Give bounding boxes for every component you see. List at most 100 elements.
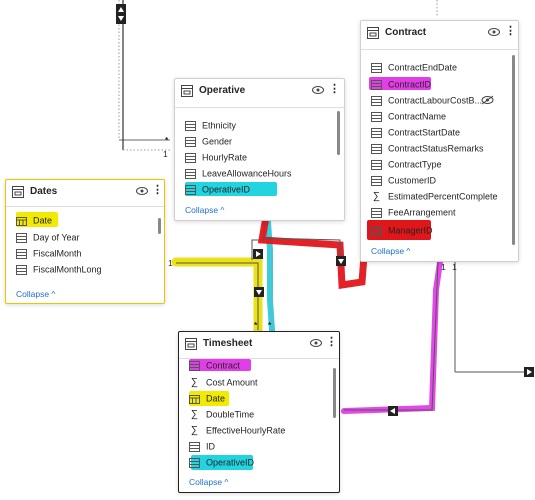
field-row[interactable]: ∑ DoubleTime [189, 406, 254, 422]
field-row[interactable]: ID [189, 438, 215, 454]
field-name: ContractType [388, 159, 442, 170]
field-name: Day of Year [33, 232, 80, 243]
column-icon [371, 175, 382, 186]
card-header[interactable]: Timesheet ⋮ [179, 332, 339, 358]
field-name: ManagerID [388, 225, 433, 236]
field-row[interactable]: Date [189, 390, 225, 406]
field-row[interactable]: ContractEndDate [371, 59, 457, 75]
sigma-icon: ∑ [190, 376, 199, 388]
cardinality-label: * [268, 320, 272, 330]
column-icon [185, 184, 196, 195]
column-icon [371, 225, 382, 236]
field-row[interactable]: ContractID [371, 76, 431, 92]
field-name: HourlyRate [202, 152, 248, 163]
sigma-icon: ∑ [190, 424, 199, 436]
field-row[interactable]: Day of Year [16, 229, 80, 245]
more-options-icon[interactable]: ⋮ [505, 24, 516, 37]
field-name: Date [206, 393, 226, 404]
field-name: OperativeID [206, 457, 255, 468]
column-icon [16, 232, 27, 243]
filter-arrow-icon [336, 256, 346, 266]
field-row[interactable]: ∑ EffectiveHourlyRate [189, 422, 285, 438]
table-card-contract[interactable]: Contract ⋮ ContractEndDate ContractID Co… [360, 20, 519, 262]
card-header[interactable]: Operative ⋮ [175, 79, 344, 105]
field-row[interactable]: ∑ Cost Amount [189, 374, 258, 390]
field-row[interactable]: FeeArrangement [371, 204, 456, 220]
cardinality-label: 1 [163, 149, 168, 159]
card-title: Dates [30, 186, 58, 197]
field-name: ID [206, 441, 215, 452]
sigma-icon: ∑ [372, 190, 381, 202]
scrollbar[interactable] [333, 368, 336, 418]
field-name: FiscalMonthLong [33, 264, 102, 275]
field-name: ContractStatusRemarks [388, 143, 484, 154]
card-header[interactable]: Contract ⋮ [361, 21, 518, 47]
card-title: Contract [385, 27, 427, 38]
field-name: ContractStartDate [388, 127, 461, 138]
more-options-icon[interactable]: ⋮ [152, 183, 163, 196]
cardinality-label: 1 [168, 258, 173, 268]
card-header[interactable]: Dates ⋮ [6, 180, 164, 206]
collapse-link[interactable]: Collapse ^ [16, 289, 55, 299]
relationship-dates-timesheet[interactable] [171, 257, 263, 335]
collapse-link[interactable]: Collapse ^ [371, 246, 410, 256]
field-row[interactable]: ∑ EstimatedPercentComplete [371, 188, 498, 204]
field-row[interactable]: Contract [189, 357, 240, 373]
calendar-icon [16, 216, 27, 226]
collapse-link[interactable]: Collapse ^ [185, 205, 224, 215]
eye-icon[interactable] [488, 28, 500, 36]
field-name: FiscalMonth [33, 248, 82, 259]
relationship-line-top-left[interactable] [118, 0, 170, 151]
table-icon [12, 186, 24, 198]
collapse-link[interactable]: Collapse ^ [189, 477, 228, 487]
field-row[interactable]: Ethnicity [185, 117, 236, 133]
column-icon [371, 95, 382, 106]
column-icon [371, 79, 382, 90]
hidden-eye-icon[interactable] [481, 95, 494, 105]
table-icon [185, 338, 197, 350]
field-name: FeeArrangement [388, 207, 456, 218]
field-name: ContractName [388, 111, 447, 122]
field-name: Gender [202, 136, 233, 147]
field-row[interactable]: OperativeID [189, 454, 254, 470]
column-icon [371, 207, 382, 218]
field-name: Ethnicity [202, 120, 237, 131]
cardinality-label: 1 [441, 262, 446, 272]
field-row[interactable]: LeaveAllowanceHours [185, 165, 292, 181]
filter-arrow-icon [254, 287, 264, 297]
field-row[interactable]: FiscalMonthLong [16, 261, 102, 277]
table-card-dates[interactable]: Dates ⋮ Date Day of Year FiscalMonth Fis… [5, 179, 165, 304]
relationship-contract-right[interactable] [454, 262, 534, 377]
scrollbar[interactable] [337, 111, 340, 155]
field-name: LeaveAllowanceHours [202, 168, 292, 179]
more-options-icon[interactable]: ⋮ [326, 335, 337, 348]
calendar-icon [189, 394, 200, 404]
eye-icon[interactable] [136, 187, 148, 195]
field-row[interactable]: ContractStartDate [371, 124, 460, 140]
table-card-timesheet[interactable]: Timesheet ⋮ Contract ∑ Cost Amount Date ∑… [178, 331, 340, 493]
scrollbar[interactable] [512, 55, 515, 245]
field-row[interactable]: CustomerID [371, 172, 436, 188]
field-row[interactable]: FiscalMonth [16, 245, 82, 261]
eye-icon[interactable] [312, 86, 324, 94]
filter-arrow-icon [388, 406, 398, 416]
field-row[interactable]: Date [16, 212, 52, 228]
field-row[interactable]: OperativeID [185, 181, 250, 197]
cardinality-label: 1 [452, 262, 457, 272]
column-icon [189, 441, 200, 452]
field-row[interactable]: ManagerID [371, 222, 433, 238]
sigma-icon: ∑ [190, 408, 199, 420]
eye-icon[interactable] [310, 339, 322, 347]
field-row[interactable]: ContractStatusRemarks [371, 140, 484, 156]
field-row[interactable]: ContractName [371, 108, 446, 124]
field-row[interactable]: ContractType [371, 156, 442, 172]
table-card-operative[interactable]: Operative ⋮ Ethnicity Gender HourlyRate … [174, 78, 345, 221]
field-row[interactable]: Gender [185, 133, 232, 149]
field-name: Cost Amount [206, 377, 258, 388]
more-options-icon[interactable]: ⋮ [329, 82, 340, 95]
field-row[interactable]: ContractLabourCostB... [371, 92, 482, 108]
scrollbar[interactable] [158, 218, 161, 234]
filter-direction-icon [116, 4, 126, 24]
column-icon [371, 62, 382, 73]
field-row[interactable]: HourlyRate [185, 149, 247, 165]
